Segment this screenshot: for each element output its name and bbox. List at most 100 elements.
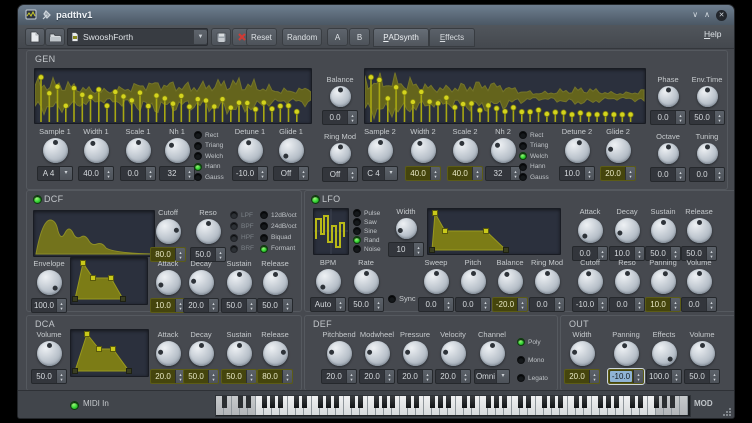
black-key[interactable] bbox=[414, 396, 419, 408]
black-key[interactable] bbox=[654, 396, 659, 408]
dcf-sustain-knob[interactable]: Sustain50.0▴▾ bbox=[219, 259, 259, 313]
radio-mono[interactable]: Mono bbox=[517, 356, 555, 364]
black-key[interactable] bbox=[630, 396, 635, 408]
gen-scale2-spinbox[interactable]: 40.0▴▾ bbox=[447, 166, 483, 181]
black-key[interactable] bbox=[438, 396, 443, 408]
tab-padsynth[interactable]: PADsynth bbox=[373, 28, 429, 47]
gen-detune2-dial[interactable] bbox=[565, 138, 590, 163]
titlebar[interactable]: padthv1 ∨ ∧ ✕ bbox=[18, 5, 734, 25]
dcf-envelope-dial[interactable] bbox=[37, 270, 62, 295]
gen-glide2-knob[interactable]: Glide 220.0▴▾ bbox=[597, 127, 639, 181]
gen-width2-spinner-arrows-icon[interactable]: ▴▾ bbox=[430, 167, 440, 180]
black-key[interactable] bbox=[550, 396, 555, 408]
tab-effects[interactable]: Effects bbox=[429, 28, 475, 47]
radio-12db-oct[interactable]: 12dB/oct bbox=[260, 211, 300, 219]
mod-button[interactable]: MOD bbox=[694, 399, 713, 408]
black-key[interactable] bbox=[382, 396, 387, 408]
black-key[interactable] bbox=[326, 396, 331, 408]
gen-balance-knob[interactable]: Balance0.0▴▾ bbox=[319, 75, 361, 125]
out-effects-dial[interactable] bbox=[652, 341, 677, 366]
black-key[interactable] bbox=[670, 396, 675, 408]
lfo-width-dial[interactable] bbox=[396, 218, 417, 239]
black-key[interactable] bbox=[246, 396, 251, 408]
lfo-led[interactable] bbox=[311, 195, 320, 204]
gen-glide2-dial[interactable] bbox=[606, 138, 631, 163]
harmonics-display-2[interactable] bbox=[364, 68, 646, 124]
dcf-decay-spinbox[interactable]: 20.0▴▾ bbox=[183, 298, 219, 313]
radio-triang[interactable]: Triang bbox=[194, 142, 226, 150]
lfo-width-spinbox[interactable]: 10▴▾ bbox=[388, 242, 424, 257]
gen-sample1-combobox[interactable]: A 4▾ bbox=[37, 166, 73, 181]
dca-volume-spinner-arrows-icon[interactable]: ▴▾ bbox=[56, 370, 66, 383]
gen-octave-spinner-arrows-icon[interactable]: ▴▾ bbox=[675, 168, 685, 181]
def-modwheel-spinner-arrows-icon[interactable]: ▴▾ bbox=[384, 370, 394, 383]
preset-b-button[interactable]: B bbox=[349, 28, 370, 46]
black-key[interactable] bbox=[614, 396, 619, 408]
lfo-reso-spinbox[interactable]: 0.0▴▾ bbox=[609, 297, 645, 312]
gen-width1-dial[interactable] bbox=[84, 138, 109, 163]
gen-nh1-dial[interactable] bbox=[165, 138, 190, 163]
gen-sample1-dial[interactable] bbox=[43, 138, 68, 163]
preset-combo[interactable]: SwooshForth ▼ bbox=[67, 28, 208, 46]
lfo-bpm-dial[interactable] bbox=[316, 269, 341, 294]
dca-volume-dial[interactable] bbox=[37, 341, 62, 366]
gen-sample1-knob[interactable]: Sample 1A 4▾ bbox=[32, 127, 78, 181]
out-volume-spinbox[interactable]: 50.0▴▾ bbox=[684, 369, 720, 384]
gen-envtime-spinbox[interactable]: 50.0▴▾ bbox=[689, 110, 725, 125]
radio-gauss[interactable]: Gauss bbox=[519, 173, 551, 181]
def-pressure-spinbox[interactable]: 20.0▴▾ bbox=[397, 369, 433, 384]
black-key[interactable] bbox=[574, 396, 579, 408]
def-pressure-knob[interactable]: Pressure20.0▴▾ bbox=[395, 330, 435, 384]
black-key[interactable] bbox=[494, 396, 499, 408]
lfo-cutoff-dial[interactable] bbox=[578, 269, 603, 294]
radio-gauss[interactable]: Gauss bbox=[194, 173, 226, 181]
dcf-led[interactable] bbox=[33, 195, 42, 204]
out-panning-spinner-arrows-icon[interactable]: ▴▾ bbox=[633, 370, 643, 383]
radio-noise[interactable]: Noise bbox=[353, 245, 385, 253]
dca-sustain-dial[interactable] bbox=[227, 341, 252, 366]
gen-phase-dial[interactable] bbox=[658, 86, 679, 107]
lfo-rate-dial[interactable] bbox=[354, 269, 379, 294]
black-key[interactable] bbox=[526, 396, 531, 408]
random-button[interactable]: Random bbox=[282, 28, 322, 46]
radio-welch[interactable]: Welch bbox=[194, 152, 226, 160]
gen-detune2-spinbox[interactable]: 10.0▴▾ bbox=[559, 166, 595, 181]
dcf-reso-dial[interactable] bbox=[196, 219, 221, 244]
midi-in-led[interactable] bbox=[70, 401, 79, 410]
gen-scale1-spinner-arrows-icon[interactable]: ▴▾ bbox=[145, 167, 155, 180]
gen-glide1-spinbox[interactable]: Off▴▾ bbox=[273, 166, 309, 181]
black-key[interactable] bbox=[270, 396, 275, 408]
black-key[interactable] bbox=[294, 396, 299, 408]
dca-decay-knob[interactable]: Decay50.0▴▾ bbox=[181, 330, 221, 384]
black-key[interactable] bbox=[278, 396, 283, 408]
gen-balance-spinbox[interactable]: 0.0▴▾ bbox=[322, 110, 358, 125]
radio-rect[interactable]: Rect bbox=[519, 131, 551, 139]
out-effects-knob[interactable]: Effects100.0▴▾ bbox=[645, 330, 683, 384]
dcf-envelope-knob[interactable]: Envelope100.0▴▾ bbox=[29, 259, 69, 313]
black-key[interactable] bbox=[542, 396, 547, 408]
black-key[interactable] bbox=[606, 396, 611, 408]
gen-balance-dial[interactable] bbox=[330, 86, 351, 107]
dca-sustain-spinbox[interactable]: 50.0▴▾ bbox=[221, 369, 257, 384]
out-volume-dial[interactable] bbox=[690, 341, 715, 366]
dca-sustain-knob[interactable]: Sustain50.0▴▾ bbox=[219, 330, 259, 384]
gen-phase-spinbox[interactable]: 0.0▴▾ bbox=[650, 110, 686, 125]
dca-decay-dial[interactable] bbox=[189, 341, 214, 366]
gen-glide2-spinbox[interactable]: 20.0▴▾ bbox=[600, 166, 636, 181]
black-key[interactable] bbox=[486, 396, 491, 408]
def-pressure-dial[interactable] bbox=[403, 341, 428, 366]
gen-width1-spinbox[interactable]: 40.0▴▾ bbox=[78, 166, 114, 181]
out-width-dial[interactable] bbox=[570, 341, 595, 366]
black-key[interactable] bbox=[518, 396, 523, 408]
gen-scale1-dial[interactable] bbox=[126, 138, 151, 163]
gen-detune1-dial[interactable] bbox=[238, 138, 263, 163]
dcf-attack-dial[interactable] bbox=[156, 270, 181, 295]
lfo-panning-dial[interactable] bbox=[651, 269, 676, 294]
def-modwheel-spinbox[interactable]: 20.0▴▾ bbox=[359, 369, 395, 384]
gen-scale1-spinbox[interactable]: 0.0▴▾ bbox=[120, 166, 156, 181]
lfo-decay-knob[interactable]: Decay10.0▴▾ bbox=[607, 207, 647, 261]
out-volume-knob[interactable]: Volume50.0▴▾ bbox=[683, 330, 721, 384]
dcf-release-dial[interactable] bbox=[263, 270, 288, 295]
def-velocity-spinbox[interactable]: 20.0▴▾ bbox=[435, 369, 471, 384]
radio-formant[interactable]: Formant bbox=[260, 245, 300, 253]
